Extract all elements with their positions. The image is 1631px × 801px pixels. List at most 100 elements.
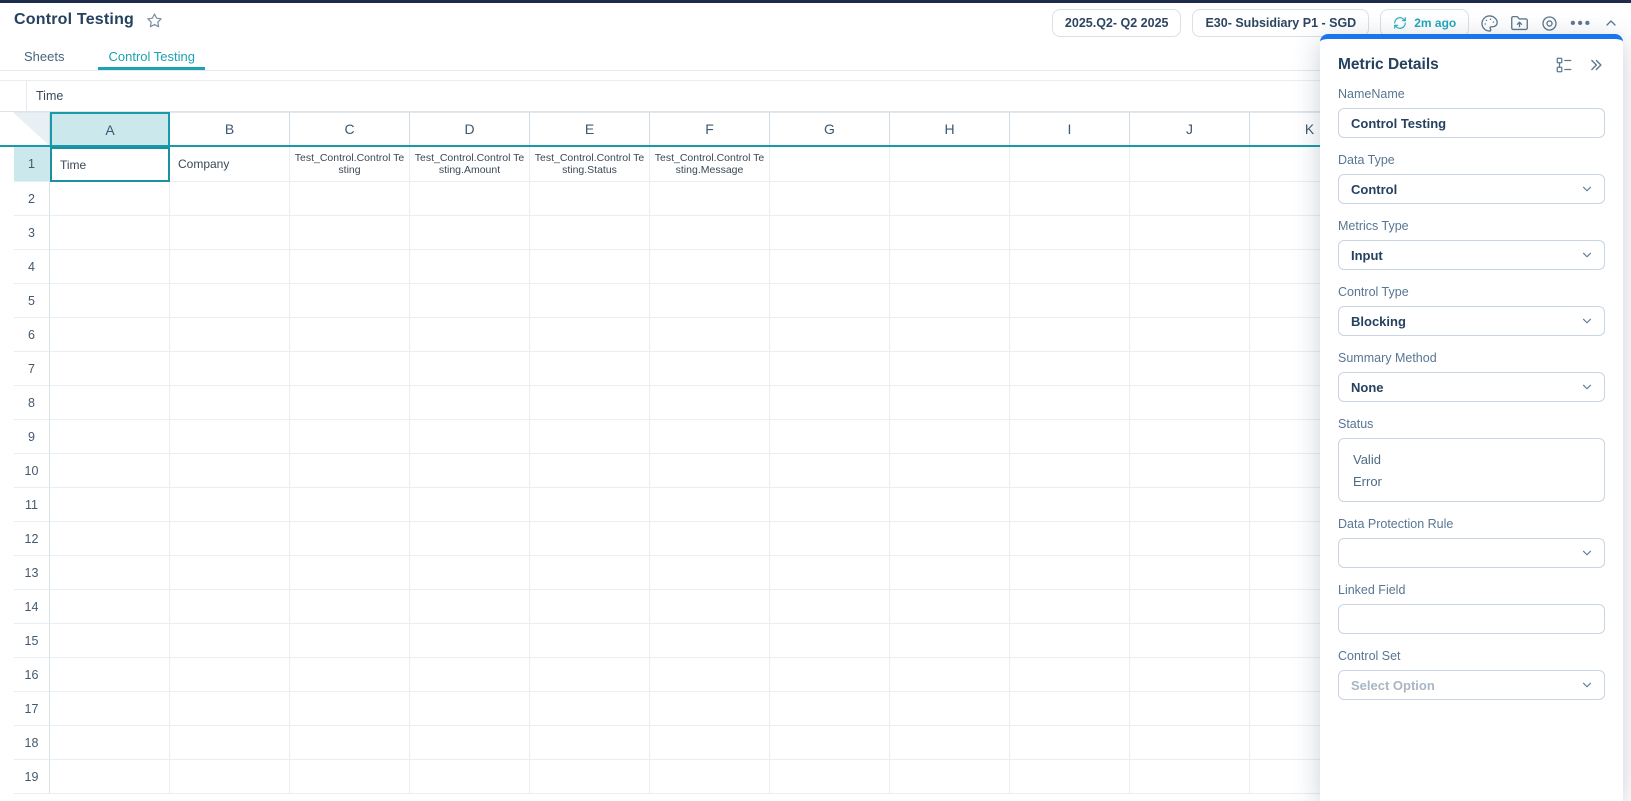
cell-E17[interactable] xyxy=(530,692,650,726)
cell-A4[interactable] xyxy=(50,250,170,284)
cell-J12[interactable] xyxy=(1130,522,1250,556)
cell-E3[interactable] xyxy=(530,216,650,250)
cell-D9[interactable] xyxy=(410,420,530,454)
entity-filter-pill[interactable]: E30- Subsidiary P1 - SGD xyxy=(1192,9,1369,37)
cell-G13[interactable] xyxy=(770,556,890,590)
cell-E2[interactable] xyxy=(530,182,650,216)
star-icon[interactable] xyxy=(146,12,163,29)
summary-method-select[interactable]: None xyxy=(1338,372,1605,402)
cell-A19[interactable] xyxy=(50,760,170,794)
cell-J11[interactable] xyxy=(1130,488,1250,522)
cell-J18[interactable] xyxy=(1130,726,1250,760)
cell-H2[interactable] xyxy=(890,182,1010,216)
cell-H3[interactable] xyxy=(890,216,1010,250)
cell-G10[interactable] xyxy=(770,454,890,488)
cell-I19[interactable] xyxy=(1010,760,1130,794)
cell-C16[interactable] xyxy=(290,658,410,692)
cell-E12[interactable] xyxy=(530,522,650,556)
cell-A8[interactable] xyxy=(50,386,170,420)
row-number-8[interactable]: 8 xyxy=(14,386,50,420)
cell-J17[interactable] xyxy=(1130,692,1250,726)
cell-E15[interactable] xyxy=(530,624,650,658)
status-option-valid[interactable]: Valid xyxy=(1353,452,1590,467)
cell-J4[interactable] xyxy=(1130,250,1250,284)
ellipsis-icon[interactable]: ••• xyxy=(1570,15,1592,32)
cell-C17[interactable] xyxy=(290,692,410,726)
cell-B17[interactable] xyxy=(170,692,290,726)
cell-J6[interactable] xyxy=(1130,318,1250,352)
cell-G4[interactable] xyxy=(770,250,890,284)
cell-B7[interactable] xyxy=(170,352,290,386)
cell-D2[interactable] xyxy=(410,182,530,216)
cell-B5[interactable] xyxy=(170,284,290,318)
cell-E16[interactable] xyxy=(530,658,650,692)
column-header-H[interactable]: H xyxy=(890,112,1010,145)
cell-C7[interactable] xyxy=(290,352,410,386)
metrics-type-select[interactable]: Input xyxy=(1338,240,1605,270)
column-header-B[interactable]: B xyxy=(170,112,290,145)
row-number-2[interactable]: 2 xyxy=(14,182,50,216)
cell-D6[interactable] xyxy=(410,318,530,352)
cell-I13[interactable] xyxy=(1010,556,1130,590)
cell-E11[interactable] xyxy=(530,488,650,522)
cell-I12[interactable] xyxy=(1010,522,1130,556)
cell-D19[interactable] xyxy=(410,760,530,794)
cell-F1[interactable]: Test_Control.Control Testing.Message xyxy=(650,147,770,182)
cell-A9[interactable] xyxy=(50,420,170,454)
cell-D7[interactable] xyxy=(410,352,530,386)
cell-I16[interactable] xyxy=(1010,658,1130,692)
row-number-10[interactable]: 10 xyxy=(14,454,50,488)
cell-E1[interactable]: Test_Control.Control Testing.Status xyxy=(530,147,650,182)
cell-C8[interactable] xyxy=(290,386,410,420)
control-type-select[interactable]: Blocking xyxy=(1338,306,1605,336)
row-number-3[interactable]: 3 xyxy=(14,216,50,250)
cell-A5[interactable] xyxy=(50,284,170,318)
cell-D1[interactable]: Test_Control.Control Testing.Amount xyxy=(410,147,530,182)
cell-J2[interactable] xyxy=(1130,182,1250,216)
row-number-13[interactable]: 13 xyxy=(14,556,50,590)
column-header-A[interactable]: A xyxy=(50,112,170,145)
period-filter-pill[interactable]: 2025.Q2- Q2 2025 xyxy=(1052,9,1182,37)
iris-icon[interactable] xyxy=(1540,14,1559,33)
cell-F2[interactable] xyxy=(650,182,770,216)
cell-C10[interactable] xyxy=(290,454,410,488)
cell-J15[interactable] xyxy=(1130,624,1250,658)
column-header-D[interactable]: D xyxy=(410,112,530,145)
row-number-9[interactable]: 9 xyxy=(14,420,50,454)
cell-G2[interactable] xyxy=(770,182,890,216)
refresh-status-pill[interactable]: 2m ago xyxy=(1380,9,1469,37)
cell-I9[interactable] xyxy=(1010,420,1130,454)
tree-structure-icon[interactable] xyxy=(1555,56,1573,74)
cell-F5[interactable] xyxy=(650,284,770,318)
row-number-12[interactable]: 12 xyxy=(14,522,50,556)
cell-H19[interactable] xyxy=(890,760,1010,794)
cell-H12[interactable] xyxy=(890,522,1010,556)
cell-F4[interactable] xyxy=(650,250,770,284)
cell-A16[interactable] xyxy=(50,658,170,692)
cell-D4[interactable] xyxy=(410,250,530,284)
cell-D3[interactable] xyxy=(410,216,530,250)
cell-G12[interactable] xyxy=(770,522,890,556)
cell-B10[interactable] xyxy=(170,454,290,488)
cell-A3[interactable] xyxy=(50,216,170,250)
cell-E5[interactable] xyxy=(530,284,650,318)
chevron-up-icon[interactable] xyxy=(1603,15,1619,31)
row-number-14[interactable]: 14 xyxy=(14,590,50,624)
cell-D12[interactable] xyxy=(410,522,530,556)
data-protection-rule-select[interactable] xyxy=(1338,538,1605,568)
cell-E6[interactable] xyxy=(530,318,650,352)
tab-sheets[interactable]: Sheets xyxy=(14,42,74,70)
cell-I4[interactable] xyxy=(1010,250,1130,284)
cell-A13[interactable] xyxy=(50,556,170,590)
cell-B6[interactable] xyxy=(170,318,290,352)
cell-H18[interactable] xyxy=(890,726,1010,760)
cell-H1[interactable] xyxy=(890,147,1010,182)
cell-E18[interactable] xyxy=(530,726,650,760)
cell-A10[interactable] xyxy=(50,454,170,488)
cell-E8[interactable] xyxy=(530,386,650,420)
cell-A7[interactable] xyxy=(50,352,170,386)
cell-J9[interactable] xyxy=(1130,420,1250,454)
cell-F12[interactable] xyxy=(650,522,770,556)
cell-A2[interactable] xyxy=(50,182,170,216)
row-number-5[interactable]: 5 xyxy=(14,284,50,318)
